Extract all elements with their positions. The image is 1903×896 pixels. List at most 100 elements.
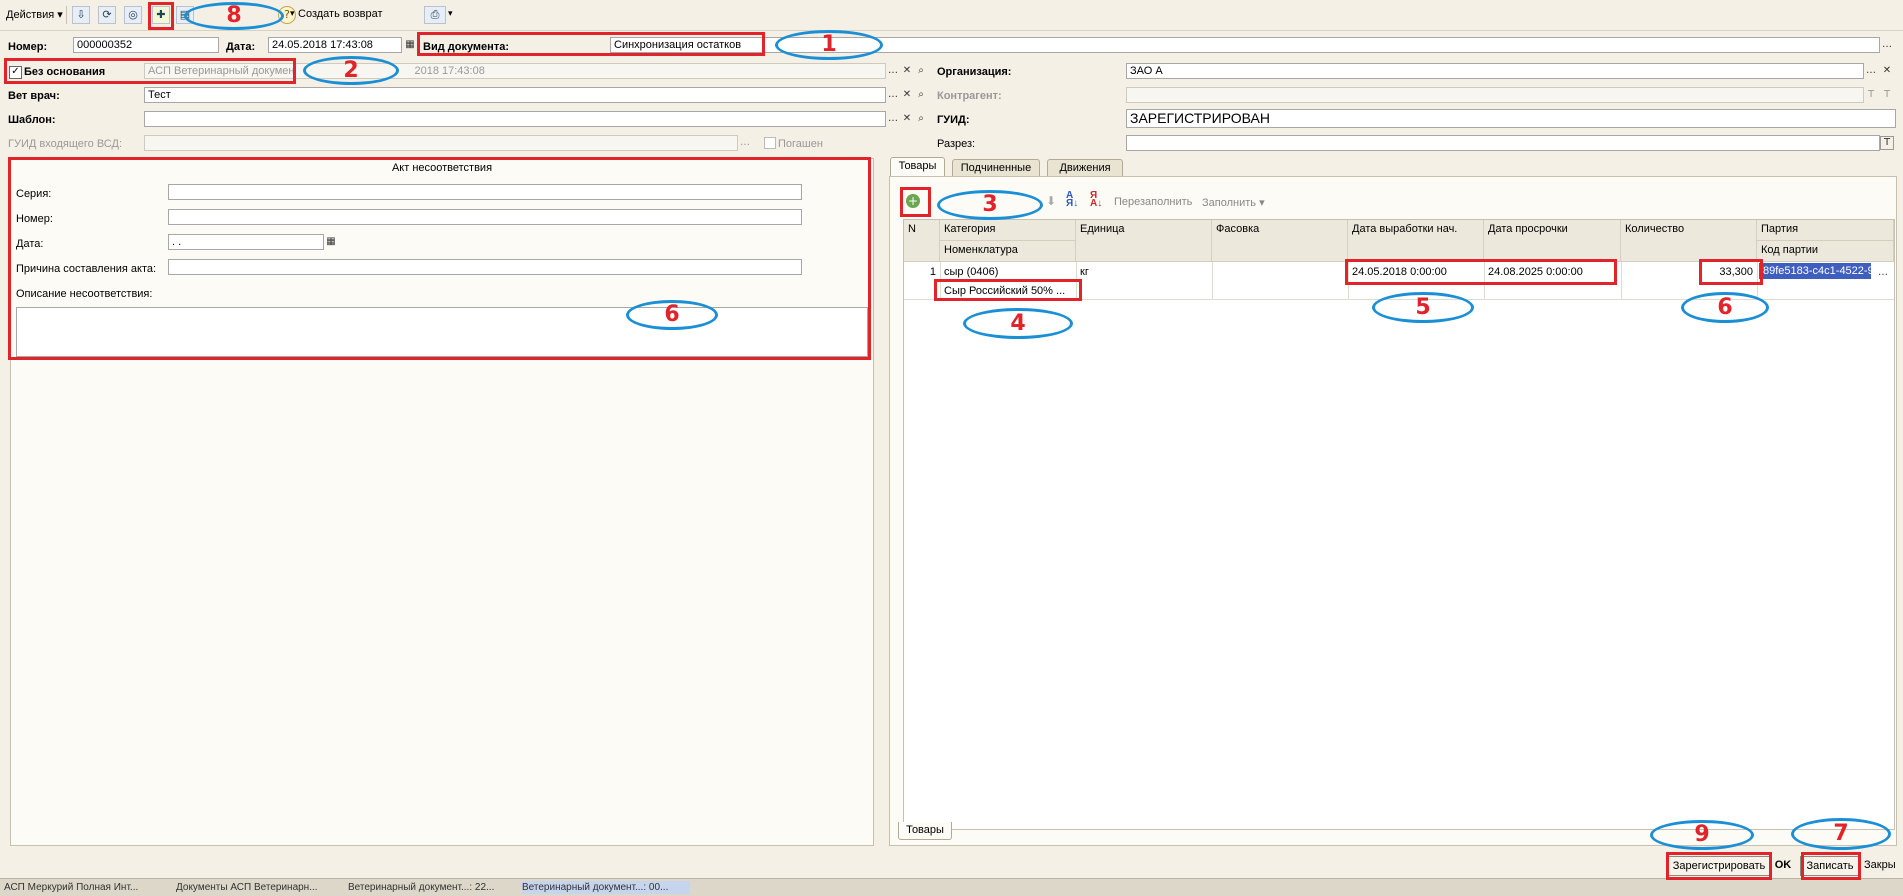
cut-field[interactable] <box>1126 135 1880 151</box>
paid-checkbox[interactable] <box>764 137 776 149</box>
row-unit[interactable]: кг <box>1076 264 1212 280</box>
annotation-box-1 <box>417 32 765 56</box>
refill-button[interactable]: Перезаполнить <box>1114 196 1192 208</box>
sort-desc-icon[interactable]: Я A↓ <box>1090 191 1102 209</box>
guid-field[interactable]: ЗАРЕГИСТРИРОВАН <box>1126 109 1896 128</box>
taskbar-item-active[interactable]: Ветеринарный документ...: 00... <box>522 881 690 894</box>
fill-menu[interactable]: Заполнить ▾ <box>1202 196 1265 209</box>
annotation-box-act <box>8 157 871 360</box>
create-return-button[interactable]: Создать возврат <box>284 8 383 20</box>
date-field[interactable]: 24.05.2018 17:43:08 <box>268 37 402 53</box>
annotation-box-4 <box>934 279 1082 301</box>
actions-menu-label: Действия <box>6 9 55 21</box>
grid-divider <box>1212 262 1213 299</box>
sort-asc-icon[interactable]: A Я↓ <box>1066 191 1078 209</box>
col-header-batch-code[interactable]: Код партии <box>1757 241 1894 262</box>
col-header-qty[interactable]: Количество <box>1621 220 1757 262</box>
annotation-number-1: 1 <box>821 32 837 57</box>
annotation-number-5: 5 <box>1415 295 1431 320</box>
main-toolbar: Действия ▾ ⇩ ⟳ ◎ ✚ ▤ ? Создать возврат ⎙… <box>0 0 1903 31</box>
organization-field[interactable]: ЗАО А <box>1126 63 1864 79</box>
paid-label: Погашен <box>778 138 823 150</box>
vet-search-icon[interactable]: ⌕ <box>914 88 928 102</box>
annotation-number-8: 8 <box>226 3 242 28</box>
number-field[interactable]: 000000352 <box>73 37 219 53</box>
guid-in-select-button[interactable]: … <box>738 136 752 150</box>
col-header-unit[interactable]: Единица <box>1076 220 1212 262</box>
create-return-label: Создать возврат <box>298 8 383 20</box>
col-header-expiry[interactable]: Дата просрочки <box>1484 220 1621 262</box>
row-category[interactable]: сыр (0406) <box>940 264 1076 280</box>
cut-text-icon[interactable]: T <box>1880 136 1894 150</box>
col-header-n[interactable]: N <box>904 220 940 262</box>
guid-in-label: ГУИД входящего ВСД: <box>8 138 122 150</box>
batch-select-button[interactable]: … <box>1876 266 1890 280</box>
print-menu-chevron-icon[interactable]: ▾ <box>448 8 453 19</box>
print-icon[interactable]: ⎙ <box>424 6 446 24</box>
annotation-number-4: 4 <box>1010 311 1026 336</box>
base-search-icon[interactable]: ⌕ <box>914 64 928 78</box>
actions-menu[interactable]: Действия ▾ <box>6 8 63 21</box>
toolbar-chevron-icon[interactable]: ▾ <box>290 8 295 19</box>
template-select-button[interactable]: … <box>886 112 900 126</box>
annotation-box-5 <box>1345 259 1617 285</box>
annotation-box-7 <box>1801 852 1861 880</box>
organization-clear-icon[interactable]: ✕ <box>1880 64 1894 78</box>
vet-clear-icon[interactable]: ✕ <box>900 88 914 102</box>
tab-goods[interactable]: Товары <box>890 157 945 176</box>
base-clear-icon[interactable]: ✕ <box>900 64 914 78</box>
taskbar: АСП Меркурий Полная Инт... Документы АСП… <box>0 878 1903 896</box>
counterparty-label: Контрагент: <box>937 90 1002 102</box>
close-button[interactable]: Закры <box>1864 856 1900 876</box>
base-select-button[interactable]: … <box>886 64 900 78</box>
col-header-batch[interactable]: Партия <box>1757 220 1894 241</box>
annotation-number-2: 2 <box>343 58 359 83</box>
date-label: Дата: <box>226 41 256 53</box>
annotation-box-9 <box>1666 852 1772 880</box>
template-label: Шаблон: <box>8 114 56 126</box>
tab-movements[interactable]: Движения <box>1047 159 1123 176</box>
fill-menu-label: Заполнить <box>1202 197 1257 209</box>
template-search-icon[interactable]: ⌕ <box>914 112 928 126</box>
annotation-box-6 <box>1699 259 1763 285</box>
cut-label: Разрез: <box>937 138 976 150</box>
annotation-number-6-act: 6 <box>664 302 680 327</box>
annotation-box-2 <box>4 58 296 84</box>
row-batch-code[interactable]: 89fe5183-c4c1-4522-9 <box>1759 263 1871 279</box>
col-header-nomenclature[interactable]: Номенклатура <box>940 241 1076 262</box>
template-clear-icon[interactable]: ✕ <box>900 112 914 126</box>
guid-in-field[interactable] <box>144 135 738 151</box>
vet-label: Вет врач: <box>8 90 60 102</box>
calendar-icon[interactable]: ▦ <box>403 38 417 52</box>
post-icon[interactable]: ⇩ <box>72 6 90 24</box>
toolbar-separator <box>66 6 67 24</box>
counterparty-type-icon[interactable]: T <box>1880 88 1894 102</box>
doc-type-select-button[interactable]: … <box>1880 38 1894 52</box>
move-down-icon[interactable]: ⬇ <box>1046 194 1056 208</box>
taskbar-item[interactable]: Ветеринарный документ...: 22... <box>348 881 516 894</box>
col-header-packing[interactable]: Фасовка <box>1212 220 1348 262</box>
counterparty-field[interactable] <box>1126 87 1864 103</box>
organization-select-button[interactable]: … <box>1864 64 1878 78</box>
col-header-prod-date[interactable]: Дата выработки нач. <box>1348 220 1484 262</box>
template-field[interactable] <box>144 111 886 127</box>
annotation-number-7: 7 <box>1833 821 1849 846</box>
number-label: Номер: <box>8 41 48 53</box>
annotation-box-3 <box>900 187 931 217</box>
counterparty-text-icon[interactable]: T <box>1864 88 1878 102</box>
row-number: 1 <box>929 266 936 278</box>
refresh-icon[interactable]: ⟳ <box>98 6 116 24</box>
find-icon[interactable]: ◎ <box>124 6 142 24</box>
guid-label: ГУИД: <box>937 114 970 126</box>
col-header-category[interactable]: Категория <box>940 220 1076 241</box>
vet-field[interactable]: Тест <box>144 87 886 103</box>
tab-subordinate[interactable]: Подчиненные <box>952 159 1040 176</box>
taskbar-item[interactable]: Документы АСП Ветеринарн... <box>176 881 336 894</box>
bottom-tab-goods[interactable]: Товары <box>898 822 952 840</box>
ok-button[interactable]: OK <box>1772 856 1794 876</box>
annotation-number-6: 6 <box>1717 295 1733 320</box>
annotation-number-9: 9 <box>1694 822 1710 847</box>
row-packing[interactable] <box>1212 264 1348 268</box>
vet-select-button[interactable]: … <box>886 88 900 102</box>
taskbar-item[interactable]: АСП Меркурий Полная Инт... <box>4 881 170 894</box>
